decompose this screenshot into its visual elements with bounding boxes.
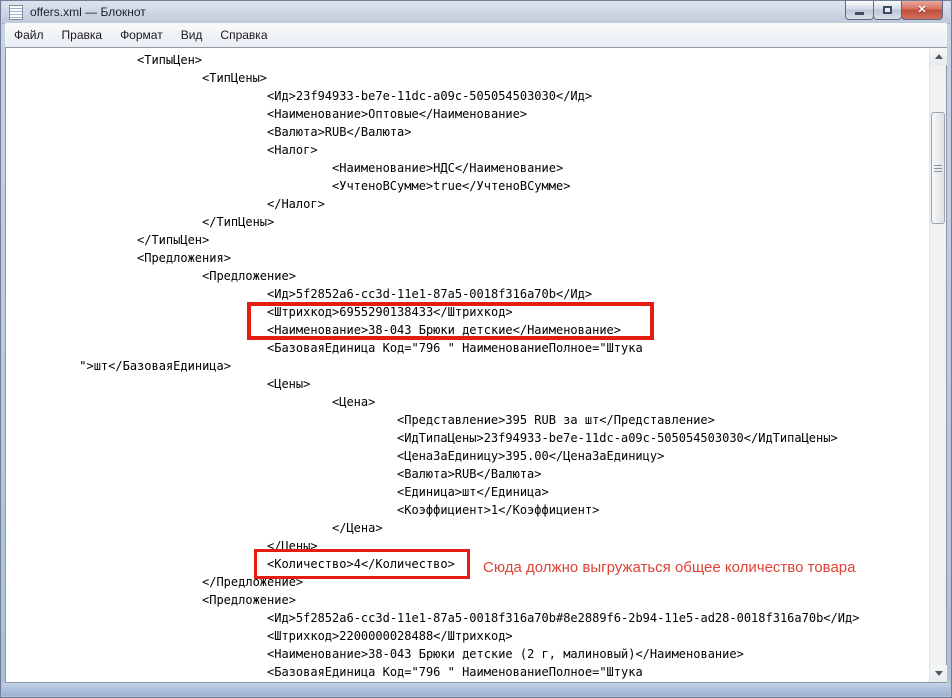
- xml-line: <Налог>: [6, 141, 929, 159]
- xml-line: <ЦенаЗаЕдиницу>395.00</ЦенаЗаЕдиницу>: [6, 447, 929, 465]
- xml-line: <ИдТипаЦены>23f94933-be7e-11dc-a09c-5050…: [6, 429, 929, 447]
- xml-line: <Единица>шт</Единица>: [6, 483, 929, 501]
- xml-line: <Цена>: [6, 393, 929, 411]
- maximize-icon: [883, 6, 892, 14]
- xml-line: <ТипыЦен>: [6, 51, 929, 69]
- xml-line: <Предложение>: [6, 267, 929, 285]
- xml-line: <Представление>395 RUB за шт</Представле…: [6, 411, 929, 429]
- vertical-scrollbar[interactable]: [929, 48, 946, 682]
- xml-line: <Ид>23f94933-be7e-11dc-a09c-505054503030…: [6, 87, 929, 105]
- xml-line: </ТипыЦен>: [6, 231, 929, 249]
- xml-line: <Наименование>Оптовые</Наименование>: [6, 105, 929, 123]
- xml-line: <Предложение>: [6, 591, 929, 609]
- minimize-icon: [855, 12, 864, 15]
- xml-line: <Наименование>НДС</Наименование>: [6, 159, 929, 177]
- xml-line: <Ид>5f2852a6-cc3d-11e1-87a5-0018f316a70b…: [6, 285, 929, 303]
- window-bottom-border: [2, 683, 950, 696]
- xml-line: <Валюта>RUB</Валюта>: [6, 123, 929, 141]
- annotation-text: Сюда должно выгружаться общее количество…: [483, 558, 856, 577]
- xml-line: <ТипЦены>: [6, 69, 929, 87]
- title-bar[interactable]: offers.xml — Блокнот ✕: [2, 1, 950, 24]
- minimize-button[interactable]: [845, 1, 874, 20]
- window-title: offers.xml — Блокнот: [30, 5, 146, 19]
- menu-item-format[interactable]: Формат: [111, 25, 172, 45]
- menu-item-help[interactable]: Справка: [211, 25, 276, 45]
- xml-line: </Налог>: [6, 195, 929, 213]
- xml-line: <БазоваяЕдиница Код="796 " НаименованиеП…: [6, 339, 929, 357]
- close-icon: ✕: [917, 2, 926, 19]
- xml-line: <УчтеноВСумме>true</УчтеноВСумме>: [6, 177, 929, 195]
- edit-area[interactable]: <ТипыЦен><ТипЦены><Ид>23f94933-be7e-11dc…: [5, 47, 947, 683]
- xml-line: <Валюта>RUB</Валюта>: [6, 465, 929, 483]
- menu-item-edit[interactable]: Правка: [53, 25, 112, 45]
- menu-bar: Файл Правка Формат Вид Справка: [5, 23, 947, 48]
- xml-line: ">шт</БазоваяЕдиница>: [6, 357, 929, 375]
- arrow-up-icon: [935, 54, 943, 59]
- thumb-grip-icon: [934, 165, 942, 172]
- close-button[interactable]: ✕: [901, 1, 943, 20]
- arrow-down-icon: [935, 671, 943, 676]
- xml-text: <ТипыЦен><ТипЦены><Ид>23f94933-be7e-11dc…: [6, 48, 929, 682]
- xml-line: <Цены>: [6, 375, 929, 393]
- xml-line: <Наименование>38-043 Брюки детские (2 г,…: [6, 645, 929, 663]
- xml-line: <БазоваяЕдиница Код="796 " НаименованиеП…: [6, 663, 929, 681]
- menu-item-view[interactable]: Вид: [172, 25, 212, 45]
- xml-line: <Штрихкод>2200000028488</Штрихкод>: [6, 627, 929, 645]
- scroll-down-button[interactable]: [930, 665, 947, 682]
- xml-line: </Цена>: [6, 519, 929, 537]
- notepad-icon: [9, 5, 23, 20]
- window-controls: ✕: [846, 1, 943, 20]
- maximize-button[interactable]: [873, 1, 902, 20]
- scroll-up-button[interactable]: [930, 48, 947, 65]
- xml-line: <Коэффициент>1</Коэффициент>: [6, 501, 929, 519]
- xml-line: <Предложения>: [6, 249, 929, 267]
- highlight-box-barcode-name: [247, 302, 654, 340]
- notepad-window: offers.xml — Блокнот ✕ Файл Правка Форма…: [0, 0, 952, 698]
- highlight-box-quantity: [254, 549, 470, 579]
- scrollbar-thumb[interactable]: [931, 112, 945, 224]
- menu-item-file[interactable]: Файл: [5, 25, 53, 45]
- xml-line: </ТипЦены>: [6, 213, 929, 231]
- xml-line: <Ид>5f2852a6-cc3d-11e1-87a5-0018f316a70b…: [6, 609, 929, 627]
